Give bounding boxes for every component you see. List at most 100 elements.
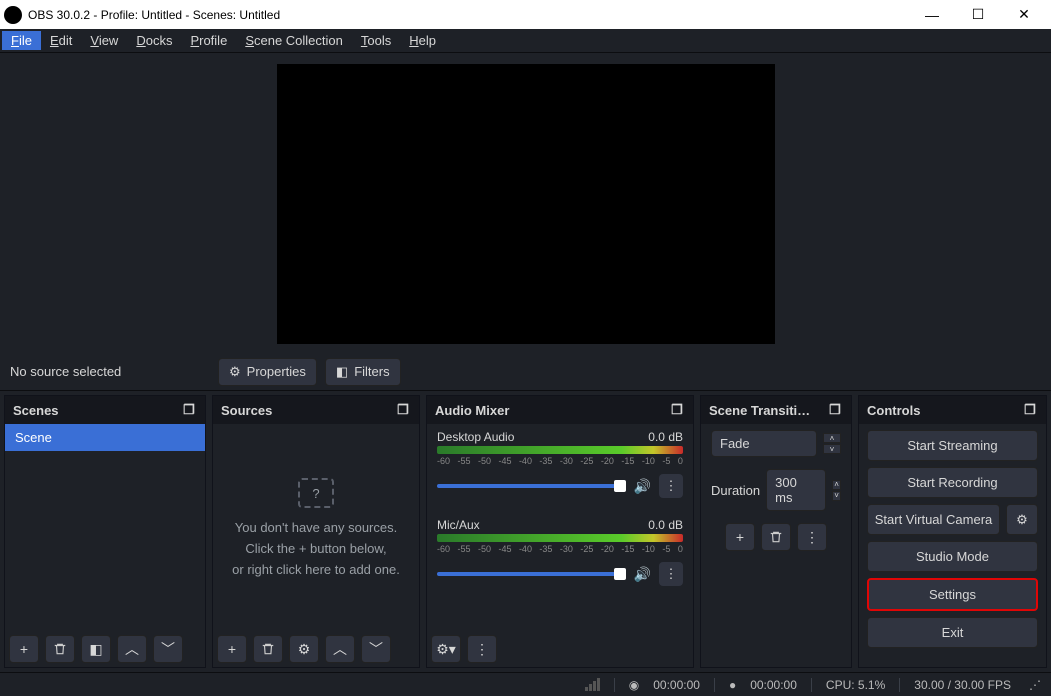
record-icon: ●	[729, 678, 736, 692]
record-time: 00:00:00	[750, 678, 797, 692]
scenes-dock: Scenes ❐ Scene + ◧ ︿ ﹀	[4, 395, 206, 668]
source-toolbar: No source selected ⚙ Properties ◧ Filter…	[0, 353, 1051, 391]
controls-header: Controls ❐	[859, 396, 1046, 424]
duration-spinner[interactable]: ˄˅	[832, 480, 841, 501]
delete-source-button[interactable]	[253, 635, 283, 663]
mixer-channel-desktop: Desktop Audio 0.0 dB -60-55-50-45-40-35-…	[437, 430, 683, 498]
settings-button[interactable]: Settings	[867, 578, 1038, 611]
sources-empty[interactable]: ? You don't have any sources. Click the …	[213, 424, 419, 631]
menu-docks[interactable]: Docks	[127, 31, 181, 50]
sources-footer: + ⚙ ︿ ﹀	[213, 631, 419, 667]
window-titlebar: OBS 30.0.2 - Profile: Untitled - Scenes:…	[0, 0, 1051, 29]
move-source-down-button[interactable]: ﹀	[361, 635, 391, 663]
mixer-header: Audio Mixer ❐	[427, 396, 693, 424]
menu-profile[interactable]: Profile	[181, 31, 236, 50]
filters-icon: ◧	[336, 364, 348, 380]
scene-filters-button[interactable]: ◧	[81, 635, 111, 663]
start-recording-button[interactable]: Start Recording	[867, 467, 1038, 498]
menu-edit[interactable]: Edit	[41, 31, 81, 50]
transition-menu-button[interactable]: ⋮	[797, 523, 827, 551]
transitions-title: Scene Transiti…	[709, 403, 810, 418]
volume-slider[interactable]	[437, 572, 626, 576]
virtual-camera-settings-button[interactable]: ⚙	[1006, 504, 1038, 535]
duration-value: 300 ms	[775, 475, 817, 505]
exit-button[interactable]: Exit	[867, 617, 1038, 648]
popout-icon[interactable]: ❐	[181, 402, 197, 418]
start-virtual-camera-button[interactable]: Start Virtual Camera	[867, 504, 1000, 535]
transitions-header: Scene Transiti… ❐	[701, 396, 851, 424]
audio-meter	[437, 534, 683, 542]
mixer-body: Desktop Audio 0.0 dB -60-55-50-45-40-35-…	[427, 424, 693, 631]
scenes-title: Scenes	[13, 403, 59, 418]
cpu-usage: CPU: 5.1%	[826, 678, 885, 692]
properties-button[interactable]: ⚙ Properties	[218, 358, 317, 386]
menu-help[interactable]: Help	[400, 31, 445, 50]
empty-text-3: or right click here to add one.	[232, 562, 400, 577]
obs-app-icon	[4, 6, 22, 24]
add-scene-button[interactable]: +	[9, 635, 39, 663]
filters-button[interactable]: ◧ Filters	[325, 358, 401, 386]
preview-canvas[interactable]	[277, 64, 775, 344]
channel-menu-button[interactable]: ⋮	[659, 562, 683, 586]
duration-input[interactable]: 300 ms	[766, 469, 826, 511]
channel-menu-button[interactable]: ⋮	[659, 474, 683, 498]
add-source-button[interactable]: +	[217, 635, 247, 663]
sources-title: Sources	[221, 403, 272, 418]
resize-grip-icon[interactable]: ⋰	[1029, 678, 1041, 692]
scenes-footer: + ◧ ︿ ﹀	[5, 631, 205, 667]
filters-label: Filters	[354, 364, 389, 379]
move-scene-up-button[interactable]: ︿	[117, 635, 147, 663]
popout-icon[interactable]: ❐	[827, 402, 843, 418]
popout-icon[interactable]: ❐	[1022, 402, 1038, 418]
controls-title: Controls	[867, 403, 920, 418]
transition-select[interactable]: Fade	[711, 430, 817, 457]
mixer-channel-mic: Mic/Aux 0.0 dB -60-55-50-45-40-35-30-25-…	[437, 518, 683, 586]
move-scene-down-button[interactable]: ﹀	[153, 635, 183, 663]
audio-meter	[437, 446, 683, 454]
delete-transition-button[interactable]	[761, 523, 791, 551]
menu-tools[interactable]: Tools	[352, 31, 400, 50]
add-transition-button[interactable]: +	[725, 523, 755, 551]
popout-icon[interactable]: ❐	[395, 402, 411, 418]
empty-text-1: You don't have any sources.	[235, 520, 397, 535]
studio-mode-button[interactable]: Studio Mode	[867, 541, 1038, 572]
sources-dock: Sources ❐ ? You don't have any sources. …	[212, 395, 420, 668]
channel-name: Desktop Audio	[437, 430, 514, 444]
menu-scene-collection[interactable]: Scene Collection	[236, 31, 352, 50]
scenes-list[interactable]: Scene	[5, 424, 205, 631]
move-source-up-button[interactable]: ︿	[325, 635, 355, 663]
window-title: OBS 30.0.2 - Profile: Untitled - Scenes:…	[28, 8, 909, 22]
start-streaming-button[interactable]: Start Streaming	[867, 430, 1038, 461]
properties-label: Properties	[247, 364, 306, 379]
statusbar: ◉ 00:00:00 ● 00:00:00 CPU: 5.1% 30.00 / …	[0, 672, 1051, 696]
speaker-icon[interactable]: 🔊	[634, 566, 651, 583]
menubar: File Edit View Docks Profile Scene Colle…	[0, 29, 1051, 53]
audio-mixer-dock: Audio Mixer ❐ Desktop Audio 0.0 dB -60-5…	[426, 395, 694, 668]
speaker-icon[interactable]: 🔊	[634, 478, 651, 495]
source-properties-button[interactable]: ⚙	[289, 635, 319, 663]
transitions-dock: Scene Transiti… ❐ Fade ˄˅ Duration 300 m…	[700, 395, 852, 668]
network-icon	[585, 678, 600, 691]
minimize-button[interactable]: —	[909, 0, 955, 29]
menu-file[interactable]: File	[2, 31, 41, 50]
channel-db: 0.0 dB	[648, 518, 683, 532]
mixer-menu-button[interactable]: ⋮	[467, 635, 497, 663]
stream-time: 00:00:00	[653, 678, 700, 692]
close-button[interactable]: ✕	[1001, 0, 1047, 29]
mixer-advanced-button[interactable]: ⚙▾	[431, 635, 461, 663]
fps-display: 30.00 / 30.00 FPS	[914, 678, 1011, 692]
controls-body: Start Streaming Start Recording Start Vi…	[859, 424, 1046, 667]
question-icon: ?	[298, 478, 334, 508]
volume-slider[interactable]	[437, 484, 626, 488]
scenes-header: Scenes ❐	[5, 396, 205, 424]
scene-item[interactable]: Scene	[5, 424, 205, 451]
transition-spinner[interactable]: ˄˅	[823, 433, 841, 454]
channel-db: 0.0 dB	[648, 430, 683, 444]
empty-text-2: Click the + button below,	[245, 541, 386, 556]
sources-header: Sources ❐	[213, 396, 419, 424]
menu-view[interactable]: View	[81, 31, 127, 50]
delete-scene-button[interactable]	[45, 635, 75, 663]
popout-icon[interactable]: ❐	[669, 402, 685, 418]
maximize-button[interactable]: ☐	[955, 0, 1001, 29]
transition-value: Fade	[720, 436, 750, 451]
